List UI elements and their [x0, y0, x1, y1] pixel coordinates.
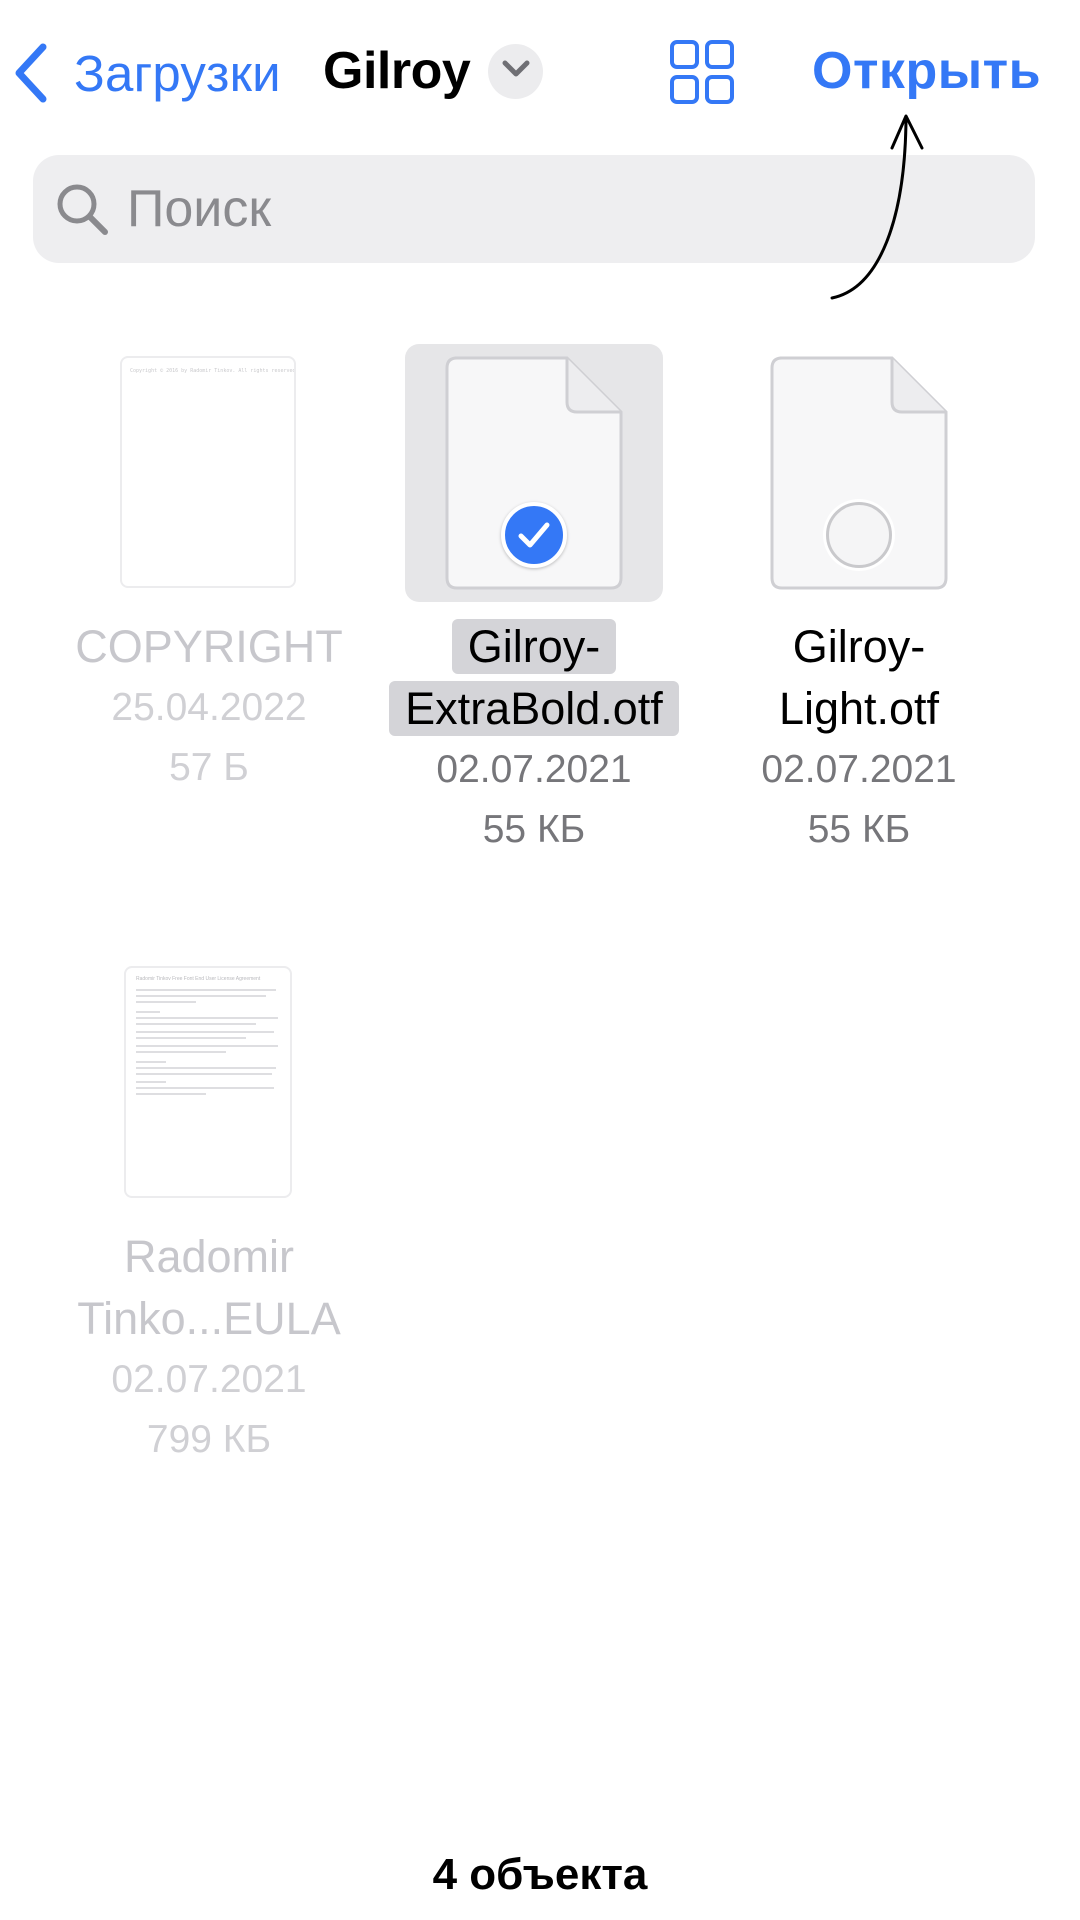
file-name-line1: Gilroy-: [451, 619, 617, 674]
grid-view-button[interactable]: [668, 38, 736, 106]
file-date: 02.07.2021: [761, 748, 957, 791]
file-name-line2: ExtraBold.otf: [389, 681, 679, 736]
folder-menu-button[interactable]: [488, 44, 543, 99]
file-size: 799 КБ: [146, 1418, 272, 1461]
folder-title: Gilroy: [323, 42, 471, 100]
file-size: 55 КБ: [482, 808, 586, 851]
document-preview: Radomir Tinkov Free Font End User Licens…: [124, 966, 292, 1198]
navigation-bar: Загрузки Gilroy Открыть: [0, 0, 1080, 140]
search-icon: [53, 180, 111, 238]
document-preview: Copyright © 2016 by Radomir Tinkov. All …: [120, 356, 296, 588]
file-thumbnail[interactable]: [405, 344, 663, 602]
file-date: 25.04.2022: [111, 686, 307, 729]
file-date: 02.07.2021: [111, 1358, 307, 1401]
file-thumbnail[interactable]: Copyright © 2016 by Radomir Tinkov. All …: [80, 344, 338, 602]
grid-icon: [668, 40, 736, 110]
back-label: Загрузки: [74, 44, 281, 102]
file-name: Gilroy- Light.otf: [709, 616, 1009, 740]
empty-circle-icon[interactable]: [826, 502, 892, 568]
file-name: Radomir Tinko...EULA: [59, 1226, 359, 1350]
file-thumbnail[interactable]: Radomir Tinkov Free Font End User Licens…: [80, 954, 338, 1212]
file-item-gilroy-extrabold[interactable]: Gilroy- ExtraBold.otf 02.07.2021 55 КБ: [384, 344, 684, 860]
open-button[interactable]: Открыть: [812, 41, 1041, 101]
chevron-down-icon: [501, 59, 531, 84]
file-name-line1: Gilroy-: [792, 621, 926, 672]
back-button[interactable]: Загрузки: [10, 38, 281, 108]
file-size: 55 КБ: [807, 808, 911, 851]
file-item-gilroy-light[interactable]: Gilroy- Light.otf 02.07.2021 55 КБ: [709, 344, 1009, 860]
file-name-line2: Light.otf: [778, 683, 940, 734]
file-name-line1: Radomir: [123, 1231, 295, 1282]
file-name: Gilroy- ExtraBold.otf: [384, 616, 684, 740]
file-date: 02.07.2021: [436, 748, 632, 791]
chevron-left-icon: [10, 41, 50, 105]
preview-text: Copyright © 2016 by Radomir Tinkov. All …: [130, 368, 294, 374]
checkmark-circle-icon[interactable]: [501, 502, 567, 568]
file-item-copyright[interactable]: Copyright © 2016 by Radomir Tinkov. All …: [59, 344, 359, 798]
item-count-label: 4 объекта: [432, 1850, 648, 1899]
search-input[interactable]: [125, 178, 989, 240]
file-item-radomir-eula[interactable]: Radomir Tinkov Free Font End User Licens…: [59, 954, 359, 1470]
search-bar[interactable]: [33, 155, 1035, 263]
file-name-line2: Tinko...EULA: [77, 1293, 341, 1344]
file-name: COPYRIGHT: [75, 621, 343, 672]
preview-text-lines: [136, 989, 278, 1095]
file-size: 57 Б: [169, 746, 249, 789]
file-thumbnail[interactable]: [730, 344, 988, 602]
